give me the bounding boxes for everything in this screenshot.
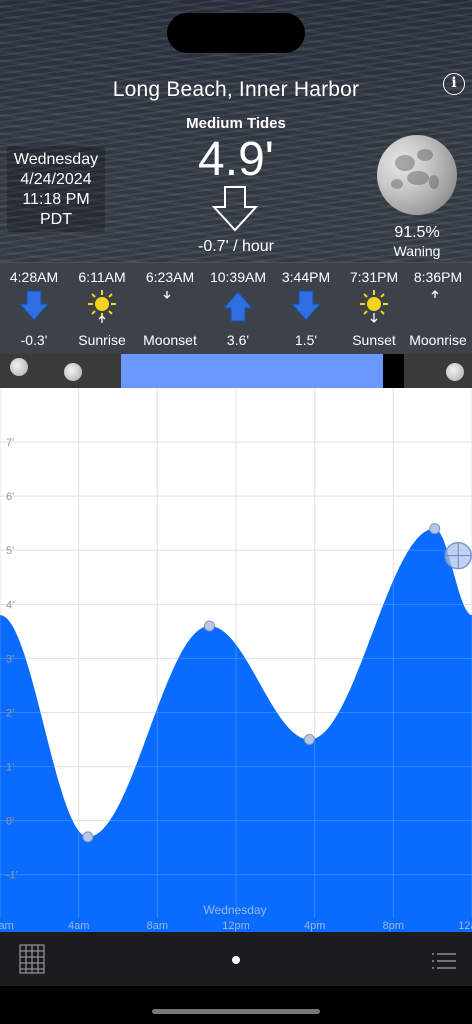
x-tick-label: 8pm [383,920,404,932]
list-icon[interactable] [431,951,457,971]
tide-level-label: Medium Tides [186,115,286,132]
event-time: 8:36PM [413,269,463,285]
moonrise-icon [431,290,447,319]
daylight-band [121,354,383,388]
dark-band [383,354,404,388]
tide-up-arrow-icon [222,291,254,322]
y-tick-label: 4' [6,599,14,611]
y-tick-label: 0' [6,816,14,828]
arrow-down-outline-icon [211,186,259,232]
calendar-grid-icon[interactable] [19,944,45,974]
event-label: -0.3' [20,332,48,348]
moon-phase-label: Waning [393,243,441,259]
tide-extreme-point [429,523,441,535]
x-tick-label: 4pm [304,920,325,932]
time-label: 11:18 PM [22,191,90,208]
timezone-label: PDT [40,211,72,228]
moon-marker-icon [64,363,82,381]
tide-extreme-point [303,734,315,746]
x-tick-label: 12am [0,920,14,932]
events-row[interactable]: 4:28AM -0.3' 6:11AM Sunrise 6:23AM Moons… [0,262,472,355]
info-icon[interactable]: i [443,73,465,95]
event-moonrise[interactable]: 8:36PM Moonrise [404,263,472,355]
event-label: Sunset [352,332,396,348]
y-tick-label: 3' [6,653,14,665]
x-tick-label: 8am [147,920,168,932]
event-low-tide[interactable]: 4:28AM -0.3' [0,263,68,355]
event-moonset[interactable]: 6:23AM Moonset [136,263,204,355]
event-label: Sunrise [78,332,126,348]
event-low-tide[interactable]: 3:44PM 1.5' [272,263,340,355]
tide-down-arrow-icon [18,290,50,321]
event-sunrise[interactable]: 6:11AM Sunrise [68,263,136,355]
x-tick-label: 12pm [222,920,250,932]
x-tick-label: 4am [68,920,89,932]
moon-phase-icon [377,135,457,215]
y-tick-label: -1' [6,870,18,882]
event-time: 4:28AM [9,269,59,285]
sunrise-icon [88,290,116,323]
y-tick-label: 7' [6,437,14,449]
event-sunset[interactable]: 7:31PM Sunset [340,263,408,355]
location-title[interactable]: Long Beach, Inner Harbor [0,78,472,102]
sunset-icon [360,290,388,323]
moon-marker-icon [10,358,28,376]
y-tick-label: 1' [6,762,14,774]
event-label: 1.5' [294,332,318,348]
event-time: 6:23AM [145,269,195,285]
page-indicator-dot[interactable] [232,956,240,964]
event-time: 6:11AM [78,269,126,285]
event-time: 3:44PM [281,269,331,285]
moon-illumination: 91.5% [394,224,440,241]
tide-down-arrow-icon [290,290,322,321]
tide-chart[interactable]: -1' 0' 1' 2' 3' 4' 5' 6' 7' 12am 4am 8am 12pm 4pm 8pm 1… [0,388,472,932]
moon-marker-icon [446,363,464,381]
tide-extreme-point [82,831,94,843]
y-tick-label: 5' [6,545,14,557]
moonset-icon [163,291,179,319]
event-high-tide[interactable]: 10:39AM 3.6' [204,263,272,355]
day-label: Wednesday [203,903,266,917]
event-time: 7:31PM [349,269,399,285]
y-tick-label: 2' [6,707,14,719]
x-tick-label: 12am [458,920,472,932]
day-night-strip [0,354,472,388]
home-indicator [152,1009,320,1014]
y-tick-label: 6' [6,491,14,503]
event-time: 10:39AM [209,269,267,285]
event-label: Moonset [143,332,197,348]
tide-extreme-point [203,620,215,632]
tide-chart-svg[interactable]: -1' 0' 1' 2' 3' 4' 5' 6' 7' 12am 4am 8am 12pm 4pm 8pm 1… [0,388,472,932]
event-label: 3.6' [226,332,250,348]
event-label: Moonrise [409,332,467,348]
dynamic-island [167,13,305,53]
